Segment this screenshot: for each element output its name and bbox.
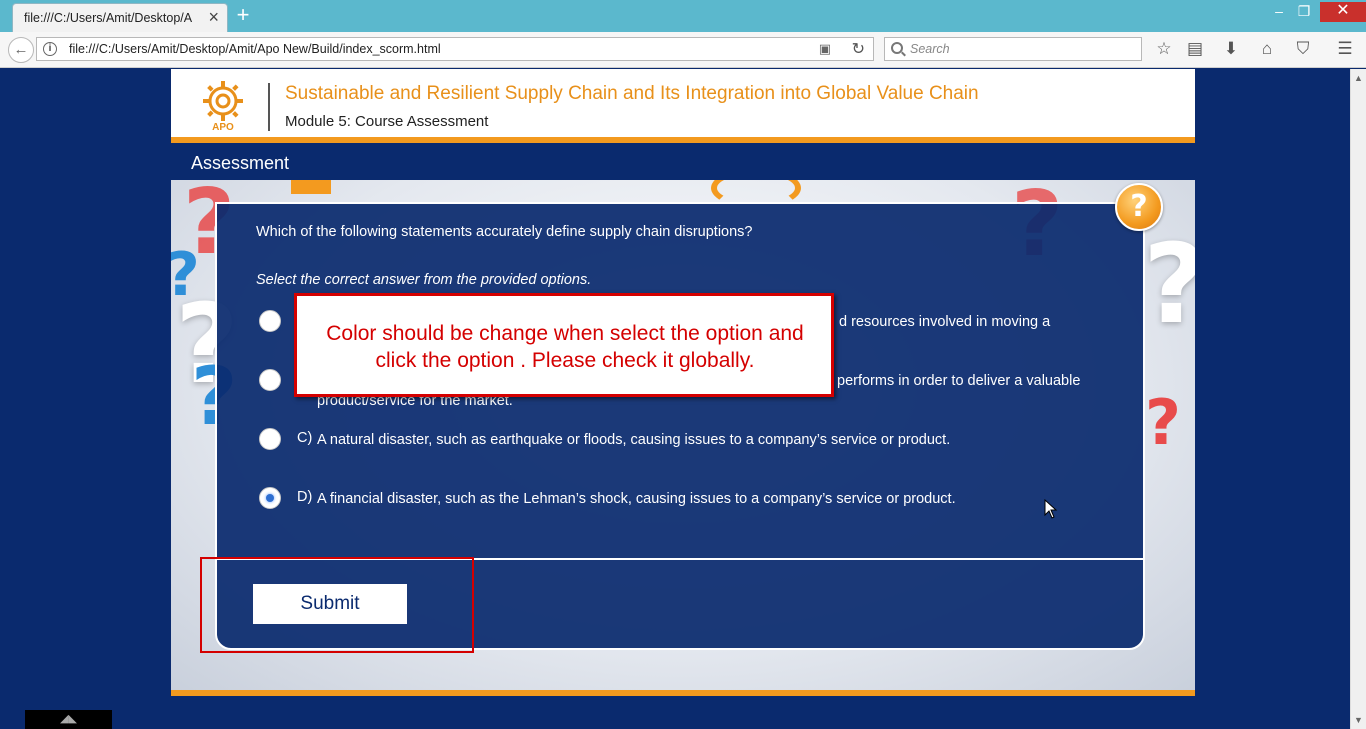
url-text: file:///C:/Users/Amit/Desktop/Amit/Apo N…: [69, 42, 441, 56]
bookmark-star-icon[interactable]: ☆: [1154, 40, 1174, 58]
option-c-radio[interactable]: [259, 428, 281, 450]
option-a-radio[interactable]: [259, 310, 281, 332]
section-title: Assessment: [191, 153, 290, 173]
reader-view-icon[interactable]: ▣: [819, 41, 831, 57]
help-symbol: ?: [1130, 189, 1148, 224]
decor-orange-block: [291, 180, 331, 194]
decor-question-red-small-icon: ?: [1145, 386, 1181, 459]
course-title: Sustainable and Resilient Supply Chain a…: [285, 83, 979, 104]
review-annotation-text: Color should be change when select the o…: [326, 322, 804, 372]
window-restore-icon[interactable]: ❐: [1291, 2, 1317, 22]
decor-question-white-right-icon: ?: [1143, 220, 1195, 348]
option-c-letter: C): [297, 430, 313, 446]
mouse-cursor-icon: [1044, 499, 1058, 519]
tab-title: file:///C:/Users/Amit/Desktop/A: [24, 11, 193, 25]
option-c[interactable]: C) A natural disaster, such as earthquak…: [259, 428, 1119, 468]
option-d[interactable]: D) A financial disaster, such as the Leh…: [259, 487, 1119, 527]
back-icon[interactable]: ←: [8, 37, 34, 63]
search-placeholder: Search: [910, 42, 950, 56]
course-header: APO Sustainable and Resilient Supply Cha…: [171, 69, 1195, 143]
logo-divider: [268, 83, 270, 131]
help-icon[interactable]: ?: [1115, 183, 1163, 231]
taskbar-stub: ◢◣: [25, 710, 112, 729]
new-tab-icon[interactable]: +: [233, 4, 253, 26]
window-minimize-icon[interactable]: –: [1266, 2, 1292, 22]
option-a-text: d resources involved in moving a: [839, 314, 1051, 330]
search-input[interactable]: Search: [884, 37, 1142, 61]
question-text: Which of the following statements accura…: [256, 224, 753, 240]
tab-close-icon[interactable]: ×: [208, 8, 219, 26]
menu-icon[interactable]: ☰: [1335, 40, 1355, 58]
module-title: Module 5: Course Assessment: [285, 113, 489, 130]
apo-logo-icon: APO: [203, 81, 243, 131]
browser-navbar: ← i file:///C:/Users/Amit/Desktop/Amit/A…: [0, 32, 1366, 68]
url-bar[interactable]: i file:///C:/Users/Amit/Desktop/Amit/Apo…: [36, 37, 874, 61]
option-d-letter: D): [297, 489, 313, 505]
option-b-radio[interactable]: [259, 369, 281, 391]
scroll-down-icon[interactable]: ▼: [1354, 715, 1363, 725]
download-icon[interactable]: ⬇: [1221, 40, 1241, 58]
pocket-icon[interactable]: ⛉: [1293, 40, 1313, 58]
stage-bottom-bar: [171, 690, 1195, 696]
browser-titlebar: file:///C:/Users/Amit/Desktop/A × + – ❐ …: [0, 0, 1366, 32]
option-d-text: A financial disaster, such as the Lehman…: [317, 491, 956, 507]
review-annotation-box: Color should be change when select the o…: [294, 293, 834, 397]
svg-text:APO: APO: [212, 122, 234, 131]
browser-tab[interactable]: file:///C:/Users/Amit/Desktop/A ×: [12, 3, 228, 32]
option-d-radio[interactable]: [259, 487, 281, 509]
page-scrollbar[interactable]: ▲ ▼: [1350, 69, 1366, 729]
option-c-text: A natural disaster, such as earthquake o…: [317, 432, 951, 448]
decor-question-blue-small-icon: ?: [171, 240, 200, 310]
submit-highlight-box: [200, 557, 474, 653]
section-bar: Assessment: [171, 149, 1195, 180]
instruction-text: Select the correct answer from the provi…: [256, 272, 592, 288]
search-icon: [891, 42, 903, 54]
scroll-up-icon[interactable]: ▲: [1354, 73, 1363, 83]
reload-icon[interactable]: ↻: [852, 39, 865, 59]
home-icon[interactable]: ⌂: [1257, 40, 1277, 58]
bookmarks-list-icon[interactable]: ▤: [1185, 40, 1205, 58]
info-icon[interactable]: i: [43, 42, 57, 56]
window-close-icon[interactable]: ✕: [1320, 2, 1366, 22]
